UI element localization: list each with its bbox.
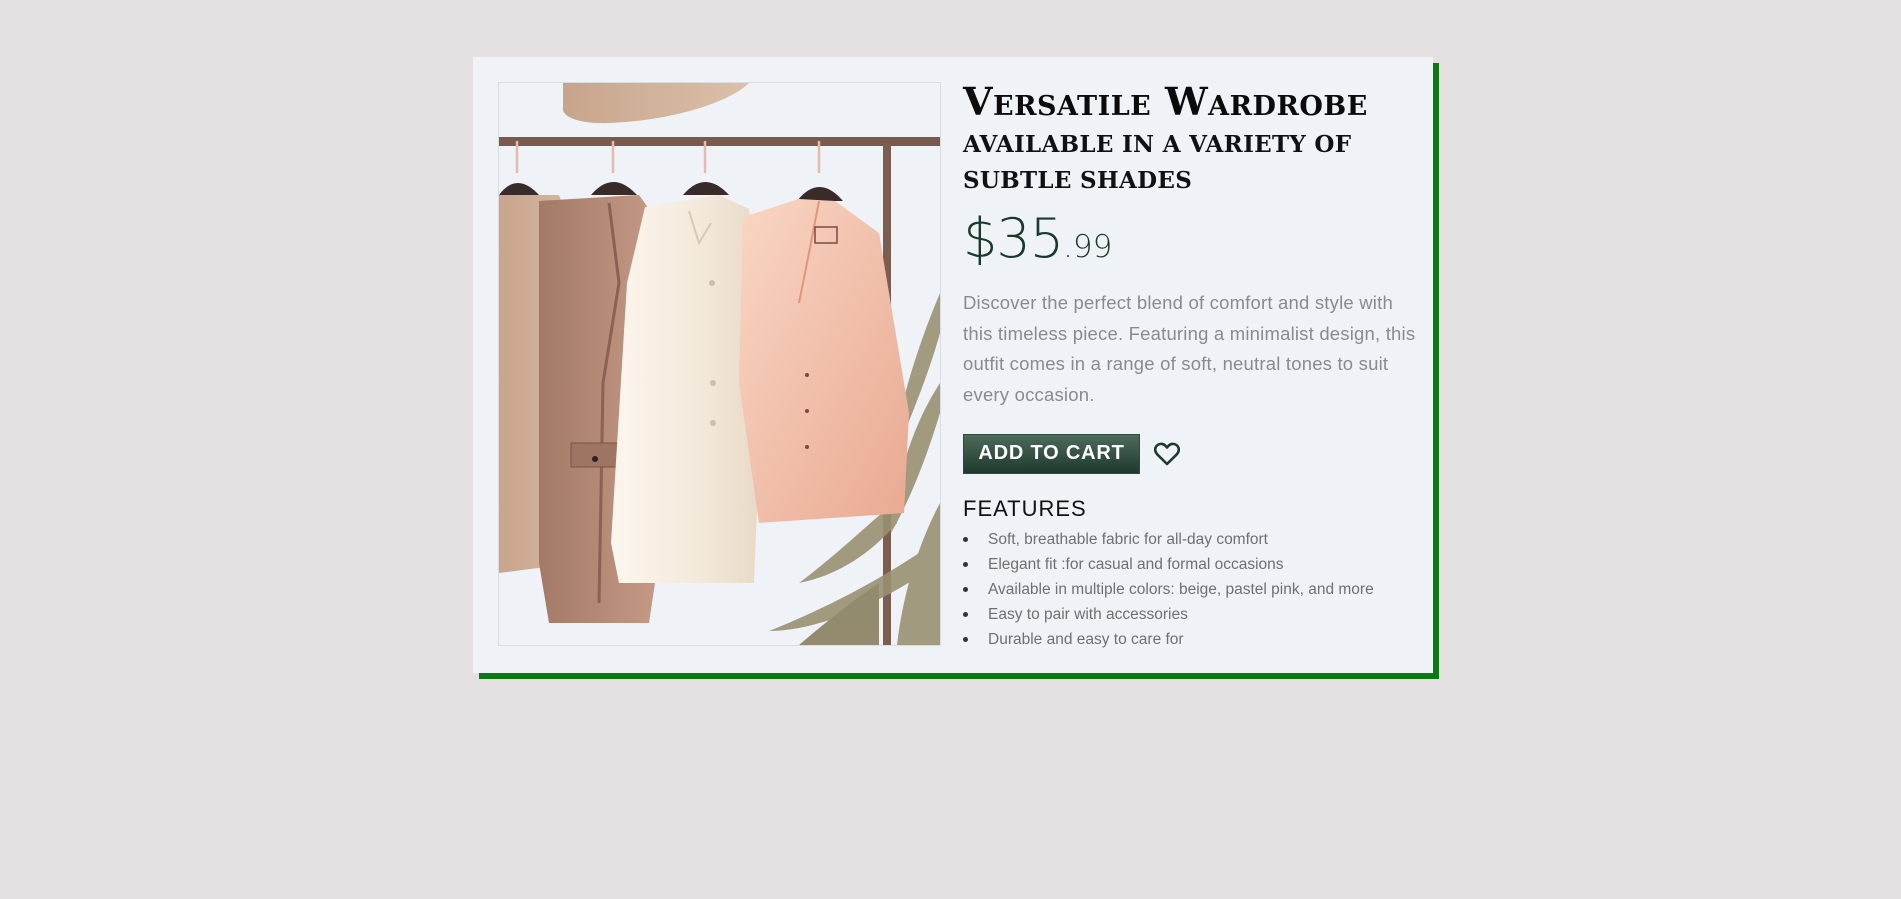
list-item: Easy to pair with accessories [963, 602, 1418, 627]
bullet-icon [963, 587, 968, 592]
bullet-icon [963, 637, 968, 642]
feature-text: Available in multiple colors: beige, pas… [988, 581, 1374, 598]
product-actions: ADD TO CART [963, 433, 1418, 474]
list-item: Durable and easy to care for [963, 627, 1418, 652]
product-info: Versatile Wardrobe Available in a variet… [963, 79, 1418, 652]
product-title: Versatile Wardrobe [963, 79, 1368, 124]
list-item: Available in multiple colors: beige, pas… [963, 577, 1418, 602]
list-item: Soft, breathable fabric for all-day comf… [963, 527, 1418, 552]
bullet-icon [963, 612, 968, 617]
heart-outline-icon[interactable] [1153, 440, 1181, 468]
add-to-cart-button[interactable]: ADD TO CART [963, 433, 1140, 474]
feature-text: Easy to pair with accessories [988, 606, 1188, 623]
clothing-rack-illustration [499, 83, 940, 645]
price-cents: .99 [1063, 229, 1113, 265]
bullet-icon [963, 562, 968, 567]
bullet-icon [963, 537, 968, 542]
feature-text: Elegant fit :for casual and formal occas… [988, 556, 1284, 573]
features-list: Soft, breathable fabric for all-day comf… [963, 527, 1418, 652]
product-price: $35.99 [963, 209, 1418, 269]
product-card: Versatile Wardrobe Available in a variet… [473, 57, 1433, 673]
list-item: Elegant fit :for casual and formal occas… [963, 552, 1418, 577]
features-title: FEATURES [963, 496, 1087, 521]
product-description: Discover the perfect blend of comfort an… [963, 292, 1416, 405]
product-subtitle: Available in a variety of subtle shades [963, 131, 1352, 194]
price-main: $35 [963, 207, 1064, 270]
feature-text: Soft, breathable fabric for all-day comf… [988, 531, 1268, 548]
feature-text: Durable and easy to care for [988, 631, 1184, 648]
product-image [498, 82, 941, 646]
